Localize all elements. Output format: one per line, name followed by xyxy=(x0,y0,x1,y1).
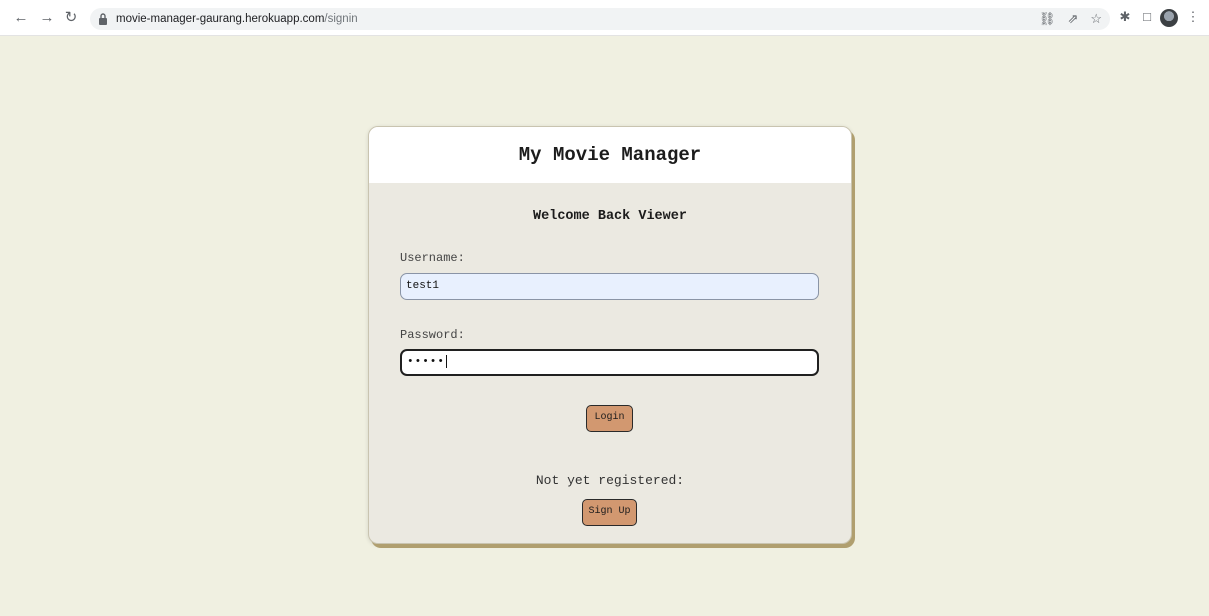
password-input[interactable]: ••••• xyxy=(400,349,819,376)
extensions-icon[interactable]: ✱ xyxy=(1116,8,1134,26)
url-path: /signin xyxy=(324,13,358,25)
signup-button[interactable]: Sign Up xyxy=(582,499,637,526)
profile-avatar[interactable] xyxy=(1160,9,1178,27)
address-bar[interactable]: movie-manager-gaurang.herokuapp.com/sign… xyxy=(90,8,1110,30)
side-panel-icon[interactable]: □ xyxy=(1138,8,1156,26)
login-button[interactable]: Login xyxy=(586,405,633,432)
forward-icon[interactable]: → xyxy=(38,9,56,27)
lock-icon[interactable] xyxy=(98,12,108,26)
back-icon[interactable]: ← xyxy=(12,9,30,27)
url-text: movie-manager-gaurang.herokuapp.com/sign… xyxy=(116,11,358,27)
password-label: Password: xyxy=(400,328,465,342)
reload-icon[interactable]: ↻ xyxy=(62,9,80,27)
username-value: test1 xyxy=(406,280,440,292)
url-host: movie-manager-gaurang.herokuapp.com xyxy=(116,13,325,25)
username-input[interactable]: test1 xyxy=(400,273,819,300)
not-registered-text: Not yet registered: xyxy=(535,473,685,488)
star-icon[interactable]: ☆ xyxy=(1090,11,1102,27)
text-caret xyxy=(446,354,448,368)
password-value: ••••• xyxy=(407,356,446,368)
welcome-heading: Welcome Back Viewer xyxy=(533,209,687,224)
share-icon[interactable]: ⇗ xyxy=(1067,11,1078,27)
menu-icon[interactable]: ⋮ xyxy=(1184,8,1202,26)
page-title: My Movie Manager xyxy=(518,144,702,166)
signin-card: My Movie Manager Welcome Back Viewer Use… xyxy=(368,126,852,544)
key-icon[interactable]: ⛓ xyxy=(1039,11,1056,27)
card-header: My Movie Manager xyxy=(369,127,851,183)
username-label: Username: xyxy=(400,251,465,265)
browser-toolbar: ← → ↻ movie-manager-gaurang.herokuapp.co… xyxy=(0,0,1209,36)
